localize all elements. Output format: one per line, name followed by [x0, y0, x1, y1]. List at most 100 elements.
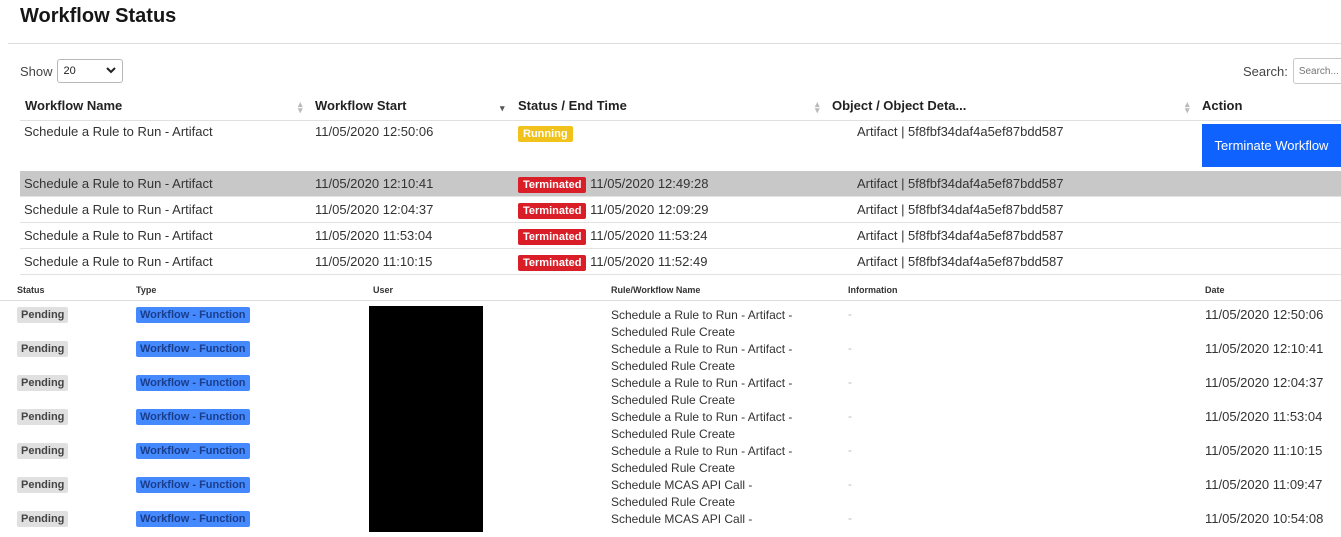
log-date: 11/05/2020 11:09:47 [1205, 477, 1323, 492]
rule-name-line: Schedule MCAS API Call - [611, 478, 753, 492]
type-tag: Workflow - Function [136, 375, 250, 391]
workflow-start: 11/05/2020 11:10:15 [315, 254, 433, 269]
terminate-workflow-button[interactable]: Terminate Workflow [1202, 124, 1341, 167]
log-row: Pending Workflow - Function Schedule a R… [0, 435, 1341, 475]
type-tag: Workflow - Function [136, 341, 250, 357]
log-column-date: Date [1205, 285, 1225, 295]
pending-badge: Pending [17, 511, 69, 527]
log-column-information: Information [848, 285, 898, 295]
end-time: 11/05/2020 12:49:28 [590, 176, 709, 191]
type-tag: Workflow - Function [136, 307, 250, 323]
table-row[interactable]: Schedule a Rule to Run - Artifact 11/05/… [20, 197, 1341, 223]
status-badge: Terminated [518, 255, 587, 271]
end-time: 11/05/2020 11:52:49 [590, 254, 708, 269]
log-row: Pending Workflow - Function Schedule a R… [0, 333, 1341, 373]
sort-icon[interactable]: ▴ ▾ [815, 100, 820, 115]
table-row[interactable]: Schedule a Rule to Run - Artifact 11/05/… [20, 120, 1341, 172]
redacted-user-block [369, 306, 483, 532]
workflow-name: Schedule a Rule to Run - Artifact [24, 228, 213, 243]
pending-badge: Pending [17, 409, 69, 425]
workflow-start: 11/05/2020 11:53:04 [315, 228, 433, 243]
log-column-type: Type [136, 285, 157, 295]
log-row: Pending Workflow - Function Schedule a R… [0, 401, 1341, 441]
end-time: 11/05/2020 11:53:24 [590, 228, 708, 243]
type-tag: Workflow - Function [136, 409, 250, 425]
information: - [848, 307, 852, 321]
status-badge: Terminated [518, 203, 587, 219]
workflow-name: Schedule a Rule to Run - Artifact [24, 202, 213, 217]
workflow-start: 11/05/2020 12:50:06 [315, 124, 434, 139]
rule-name-line: Schedule a Rule to Run - Artifact - [611, 376, 793, 390]
workflow-name: Schedule a Rule to Run - Artifact [24, 124, 213, 139]
rule-name: Schedule MCAS API Call - [611, 511, 752, 528]
workflow-start: 11/05/2020 12:04:37 [315, 202, 434, 217]
log-date: 11/05/2020 10:54:08 [1205, 511, 1324, 526]
status-cell: Terminated 11/05/2020 12:09:29 [518, 202, 708, 219]
search-control: Search: [1243, 58, 1341, 84]
status-cell: Terminated 11/05/2020 11:52:49 [518, 254, 707, 271]
column-header-workflow-start[interactable]: Workflow Start [315, 98, 407, 113]
page-length-select[interactable]: 20 [56, 59, 123, 83]
log-date: 11/05/2020 11:53:04 [1205, 409, 1323, 424]
log-date: 11/05/2020 12:04:37 [1205, 375, 1324, 390]
table-row[interactable]: Schedule a Rule to Run - Artifact 11/05/… [20, 171, 1341, 197]
log-column-user: User [373, 285, 394, 295]
pending-badge: Pending [17, 341, 69, 357]
sort-desc-icon[interactable]: ▾ [500, 104, 505, 113]
status-badge: Terminated [518, 229, 587, 245]
object-detail: Artifact | 5f8fbf34daf4a5ef87bdd587 [857, 202, 1064, 217]
log-row: Pending Workflow - Function Schedule a R… [0, 299, 1341, 339]
pending-badge: Pending [17, 375, 69, 391]
status-badge: Terminated [518, 177, 587, 193]
status-cell: Running [518, 125, 573, 142]
log-column-status: Status [17, 285, 45, 295]
type-tag: Workflow - Function [136, 477, 250, 493]
page-title: Workflow Status [20, 5, 177, 27]
object-detail: Artifact | 5f8fbf34daf4a5ef87bdd587 [857, 124, 1064, 139]
information: - [848, 409, 852, 423]
information: - [848, 443, 852, 457]
column-header-object[interactable]: Object / Object Deta... [832, 98, 966, 113]
log-row: Pending Workflow - Function Schedule MCA… [0, 469, 1341, 509]
end-time: 11/05/2020 12:09:29 [590, 202, 709, 217]
sort-icon[interactable]: ▴ ▾ [1185, 100, 1190, 115]
rule-name-line: Schedule a Rule to Run - Artifact - [611, 444, 793, 458]
rule-name-line: Schedule a Rule to Run - Artifact - [611, 308, 793, 322]
search-input[interactable] [1292, 58, 1341, 84]
object-detail: Artifact | 5f8fbf34daf4a5ef87bdd587 [857, 228, 1064, 243]
column-header-status[interactable]: Status / End Time [518, 98, 627, 113]
status-cell: Terminated 11/05/2020 11:53:24 [518, 228, 707, 245]
status-badge: Running [518, 126, 573, 142]
log-date: 11/05/2020 12:50:06 [1205, 307, 1324, 322]
object-detail: Artifact | 5f8fbf34daf4a5ef87bdd587 [857, 254, 1064, 269]
show-label: Show [20, 63, 53, 79]
log-date: 11/05/2020 12:10:41 [1205, 341, 1324, 356]
page-length-control: Show 20 [20, 59, 123, 83]
log-date: 11/05/2020 11:10:15 [1205, 443, 1323, 458]
workflow-start: 11/05/2020 12:10:41 [315, 176, 434, 191]
rule-name-line: Schedule MCAS API Call - [611, 512, 753, 526]
information: - [848, 341, 852, 355]
rule-name-line: Schedule a Rule to Run - Artifact - [611, 410, 793, 424]
object-detail: Artifact | 5f8fbf34daf4a5ef87bdd587 [857, 176, 1064, 191]
status-cell: Terminated 11/05/2020 12:49:28 [518, 176, 708, 193]
pending-badge: Pending [17, 477, 69, 493]
pending-badge: Pending [17, 307, 69, 323]
type-tag: Workflow - Function [136, 511, 250, 527]
column-header-workflow-name[interactable]: Workflow Name [25, 98, 122, 113]
table-row[interactable]: Schedule a Rule to Run - Artifact 11/05/… [20, 223, 1341, 249]
type-tag: Workflow - Function [136, 443, 250, 459]
information: - [848, 511, 852, 525]
workflow-name: Schedule a Rule to Run - Artifact [24, 254, 213, 269]
column-header-action: Action [1202, 98, 1243, 113]
log-column-rule: Rule/Workflow Name [611, 285, 701, 295]
workflow-table-header: Workflow Name ▴ ▾ Workflow Start ▾ Status… [20, 96, 1341, 121]
page-length-value: 20 [63, 65, 76, 77]
workflow-name: Schedule a Rule to Run - Artifact [24, 176, 213, 191]
information: - [848, 375, 852, 389]
table-row[interactable]: Schedule a Rule to Run - Artifact 11/05/… [20, 249, 1341, 275]
chevron-down-icon [105, 65, 116, 77]
sort-icon[interactable]: ▴ ▾ [298, 100, 303, 115]
information: - [848, 477, 852, 491]
title-divider [8, 43, 1341, 44]
